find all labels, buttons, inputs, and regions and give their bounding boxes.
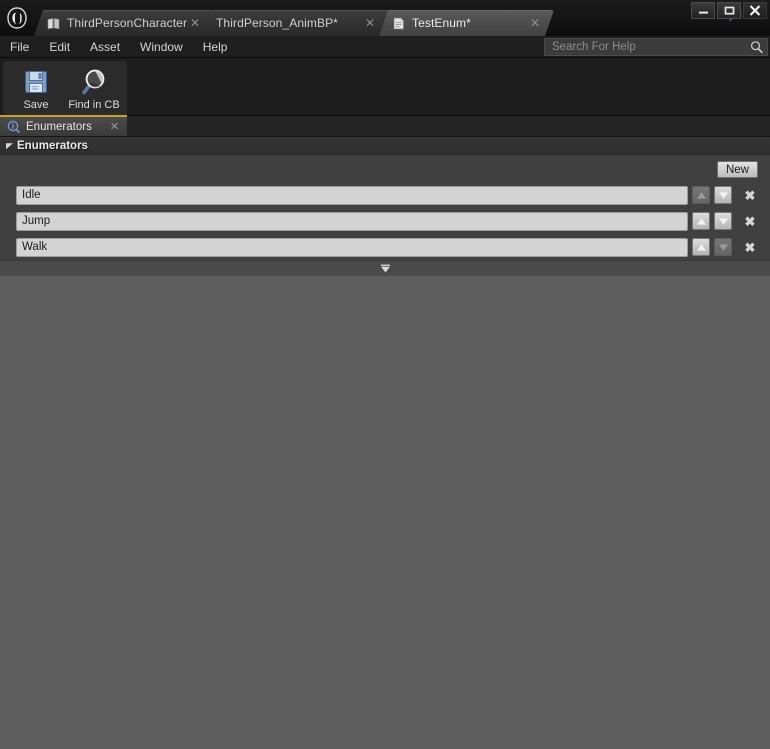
triangle-down-icon[interactable] [4, 141, 14, 151]
help-search-box[interactable] [544, 37, 768, 56]
menu-bar: File Edit Asset Window Help [0, 36, 770, 58]
empty-workspace-area [0, 276, 770, 732]
asset-tab-label: TestEnum* [412, 16, 471, 30]
enumerator-row: ✖ [0, 182, 770, 208]
find-in-cb-button-label: Find in CB [68, 99, 120, 111]
menu-item-edit[interactable]: Edit [39, 36, 80, 58]
find-in-cb-button[interactable]: Find in CB [65, 63, 123, 113]
asset-tab-thirdpersoncharacter[interactable]: ThirdPersonCharacter ✕ [34, 10, 214, 36]
delete-enumerator-button[interactable]: ✖ [739, 238, 761, 256]
asset-tab-label: ThirdPersonCharacter [67, 16, 188, 30]
window-maximize-button[interactable] [717, 2, 741, 19]
move-down-button[interactable] [714, 212, 732, 230]
title-bar: ThirdPersonCharacter ✕ ThirdPerson_AnimB… [0, 0, 770, 36]
menu-item-help[interactable]: Help [193, 36, 238, 58]
asset-tab-label: ThirdPerson_AnimBP* [216, 16, 338, 30]
delete-enumerator-button[interactable]: ✖ [739, 186, 761, 204]
asset-tab-strip: ThirdPersonCharacter ✕ ThirdPerson_AnimB… [34, 0, 716, 36]
enumerator-name-input[interactable] [16, 185, 688, 205]
panel-body: New ✖ [0, 155, 770, 260]
details-info-icon [7, 120, 20, 133]
search-icon [750, 40, 763, 53]
unreal-engine-logo-icon [0, 0, 34, 36]
panel-resize-footer[interactable] [0, 260, 770, 276]
window-close-button[interactable] [743, 2, 767, 19]
save-button-label: Save [23, 99, 49, 111]
unreal-editor-window: ThirdPersonCharacter ✕ ThirdPerson_AnimB… [0, 0, 770, 749]
asset-tab-close-icon[interactable]: ✕ [365, 17, 375, 29]
window-controls [691, 2, 767, 19]
new-enumerator-button[interactable]: New [716, 161, 758, 178]
enumerator-row: ✖ [0, 208, 770, 234]
asset-tab-testenum[interactable]: TestEnum* ✕ [379, 10, 554, 36]
enumerator-name-input[interactable] [16, 211, 688, 231]
tab-enumerators-close-icon[interactable]: ✕ [110, 120, 119, 133]
window-minimize-button[interactable] [691, 2, 715, 19]
move-up-button[interactable] [692, 212, 710, 230]
save-button[interactable]: Save [7, 63, 65, 113]
enumerator-list: ✖ ✖ [0, 182, 770, 260]
category-title: Enumerators [17, 139, 88, 152]
new-button-row: New [0, 161, 770, 182]
enumerators-panel: Enumerators New ✖ [0, 137, 770, 276]
asset-toolbar: Save Find in CB [0, 58, 770, 116]
delete-enumerator-button[interactable]: ✖ [739, 212, 761, 230]
tab-enumerators[interactable]: Enumerators ✕ [0, 115, 128, 136]
blueprint-icon [46, 16, 60, 30]
enumerator-row: ✖ [0, 234, 770, 260]
asset-tab-close-icon[interactable]: ✕ [530, 17, 540, 29]
tab-enumerators-label: Enumerators [26, 120, 92, 133]
expander-triangle-down-icon[interactable] [379, 264, 392, 273]
toolbar-group: Save Find in CB [3, 61, 127, 115]
move-down-button[interactable] [714, 186, 732, 204]
help-search-input[interactable] [545, 40, 767, 53]
save-floppy-icon [20, 67, 52, 97]
enum-asset-icon [391, 16, 405, 30]
move-up-button[interactable] [692, 186, 710, 204]
find-in-content-browser-icon [78, 67, 110, 97]
document-tab-strip: Enumerators ✕ [0, 115, 770, 137]
move-up-button[interactable] [692, 238, 710, 256]
menu-item-file[interactable]: File [0, 36, 39, 58]
asset-tab-close-icon[interactable]: ✕ [190, 17, 200, 29]
move-down-button[interactable] [714, 238, 732, 256]
menu-item-window[interactable]: Window [130, 36, 193, 58]
enumerator-name-input[interactable] [16, 237, 688, 257]
asset-tab-thirdperson-animbp[interactable]: ThirdPerson_AnimBP* ✕ [204, 10, 389, 36]
menu-item-asset[interactable]: Asset [80, 36, 130, 58]
category-header-enumerators[interactable]: Enumerators [0, 137, 770, 155]
